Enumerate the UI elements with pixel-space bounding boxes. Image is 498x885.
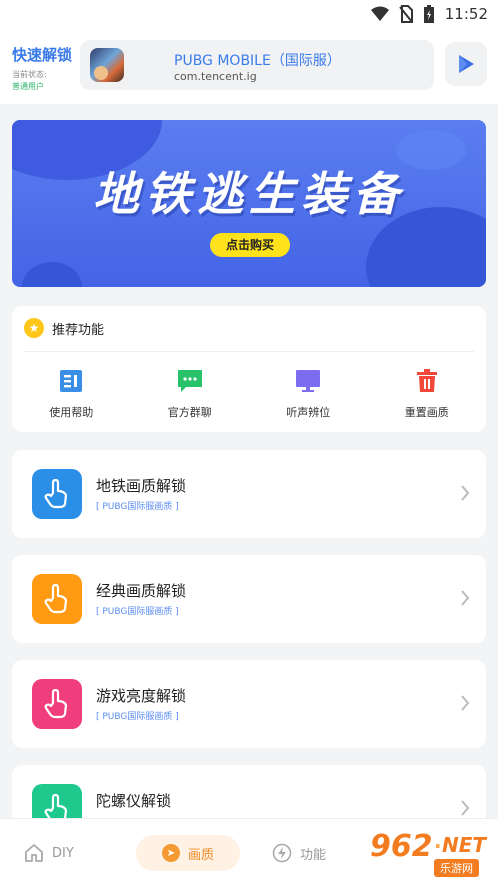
feature-metro-quality[interactable]: 地铁画质解锁 [ PUBG国际服画质 ] — [12, 450, 486, 538]
feature-subtitle: [ PUBG国际服画质 ] — [96, 712, 179, 722]
no-sim-icon — [398, 5, 413, 23]
feature-subtitle: [ PUBG国际服画质 ] — [96, 502, 179, 512]
status-label: 当前状态: — [12, 70, 47, 79]
recommend-item-sound-locate[interactable]: 听声辨位 — [249, 368, 368, 420]
chevron-right-icon — [461, 695, 470, 711]
nav-diy[interactable]: DIY — [24, 835, 74, 871]
chevron-right-icon — [461, 800, 470, 816]
tap-hand-icon — [32, 469, 82, 519]
trash-icon — [414, 368, 440, 394]
status-icons: 11:52 — [370, 4, 488, 24]
recommend-item-label: 官方群聊 — [167, 406, 212, 419]
app-package: com.tencent.ig — [174, 70, 257, 83]
monitor-icon — [295, 368, 321, 394]
recommend-item-group-chat[interactable]: 官方群聊 — [131, 368, 250, 420]
star-icon: ★ — [24, 318, 44, 338]
nav-label: DIY — [52, 845, 74, 861]
selected-app-card[interactable]: PUBG MOBILE（国际服） com.tencent.ig — [80, 40, 434, 90]
recommend-card: ★ 推荐功能 使用帮助 官方群聊 听声辨位 重置画质 — [12, 306, 486, 432]
battery-charging-icon — [423, 5, 434, 23]
brand-title: 快速解锁 — [12, 46, 73, 64]
watermark-number: 962 — [370, 829, 433, 864]
feature-title: 陀螺仪解锁 — [96, 792, 172, 810]
chevron-right-icon — [461, 590, 470, 606]
nav-label: 功能 — [300, 847, 327, 863]
recommend-title: 推荐功能 — [52, 322, 105, 338]
bottom-nav: DIY ➤ 画质 功能 962 . NET 乐游网 — [0, 818, 498, 885]
feature-subtitle: [ PUBG国际服画质 ] — [96, 607, 179, 617]
recommend-item-label: 听声辨位 — [286, 406, 331, 419]
feature-classic-quality[interactable]: 经典画质解锁 [ PUBG国际服画质 ] — [12, 555, 486, 643]
home-icon — [25, 844, 43, 862]
banner-title: 地铁逃生装备 — [93, 167, 405, 221]
site-watermark: 962 . NET 乐游网 — [362, 825, 492, 879]
watermark-dot: . — [434, 829, 442, 853]
wifi-icon — [370, 6, 389, 21]
app-icon — [90, 48, 124, 82]
status-value: 普通用户 — [12, 82, 44, 91]
help-doc-icon — [58, 368, 84, 394]
app-name: PUBG MOBILE（国际服） — [174, 53, 341, 69]
feature-brightness[interactable]: 游戏亮度解锁 [ PUBG国际服画质 ] — [12, 660, 486, 748]
feature-title: 地铁画质解锁 — [96, 477, 187, 495]
feature-title: 经典画质解锁 — [96, 582, 187, 600]
watermark-net: NET — [442, 833, 487, 857]
brand: 快速解锁 当前状态: 普通用户 — [12, 44, 78, 92]
recommend-header: ★ 推荐功能 — [24, 318, 104, 338]
recommend-items: 使用帮助 官方群聊 听声辨位 重置画质 — [12, 368, 486, 420]
recommend-item-label: 重置画质 — [404, 406, 449, 419]
buy-button[interactable]: 点击购买 — [210, 233, 290, 257]
recommend-item-help[interactable]: 使用帮助 — [12, 368, 131, 420]
divider — [24, 351, 474, 352]
compass-icon: ➤ — [162, 844, 180, 862]
recommend-item-reset-quality[interactable]: 重置画质 — [368, 368, 487, 420]
lightning-icon — [272, 843, 292, 863]
header: 快速解锁 当前状态: 普通用户 PUBG MOBILE（国际服） com.ten… — [0, 30, 498, 104]
nav-label: 画质 — [188, 847, 215, 863]
banner-decoration — [22, 262, 82, 287]
tap-hand-icon — [32, 574, 82, 624]
nav-quality[interactable]: ➤ 画质 — [136, 835, 241, 871]
tap-hand-icon — [32, 679, 82, 729]
promo-banner[interactable]: 地铁逃生装备 点击购买 — [12, 120, 486, 287]
nav-functions[interactable]: 功能 — [272, 835, 326, 871]
watermark-subtitle: 乐游网 — [434, 859, 479, 877]
chevron-right-icon — [461, 485, 470, 501]
feature-title: 游戏亮度解锁 — [96, 687, 187, 705]
play-icon — [459, 55, 474, 73]
recommend-item-label: 使用帮助 — [49, 406, 94, 419]
clock: 11:52 — [444, 5, 488, 23]
status-bar: 11:52 — [0, 0, 498, 30]
chat-icon — [177, 368, 203, 394]
launch-button[interactable] — [445, 42, 487, 86]
